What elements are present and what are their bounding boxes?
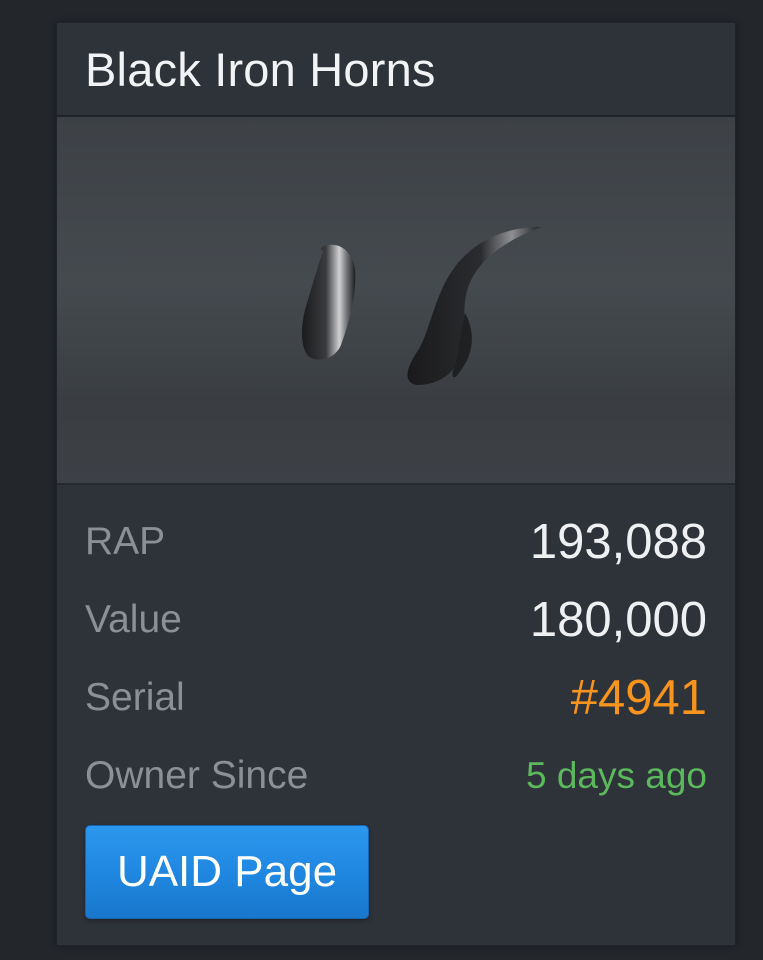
owner-since-label: Owner Since [85, 754, 309, 797]
owner-since-value: 5 days ago [525, 755, 707, 796]
serial-label: Serial [85, 676, 185, 719]
serial-value: #4941 [570, 671, 707, 725]
stat-row-owner-since: Owner Since 5 days ago [85, 737, 707, 815]
left-horn-shape [302, 244, 356, 360]
uaid-page-button[interactable]: UAID Page [85, 825, 369, 919]
right-horn-shape [407, 227, 541, 385]
item-card: Black Iron Horns RAP 193,088 Value 180,0… [56, 22, 736, 946]
value-label: Value [85, 598, 182, 641]
card-header: Black Iron Horns [57, 23, 735, 117]
item-title: Black Iron Horns [85, 42, 436, 96]
stat-row-rap: RAP 193,088 [85, 503, 707, 581]
item-thumbnail [57, 117, 735, 485]
stats-list: RAP 193,088 Value 180,000 Serial #4941 O… [57, 503, 735, 815]
stat-row-serial: Serial #4941 [85, 659, 707, 737]
stat-row-value: Value 180,000 [85, 581, 707, 659]
horns-image [302, 227, 541, 385]
rap-label: RAP [85, 520, 166, 563]
rap-value: 193,088 [529, 515, 707, 569]
value-value: 180,000 [529, 593, 707, 647]
